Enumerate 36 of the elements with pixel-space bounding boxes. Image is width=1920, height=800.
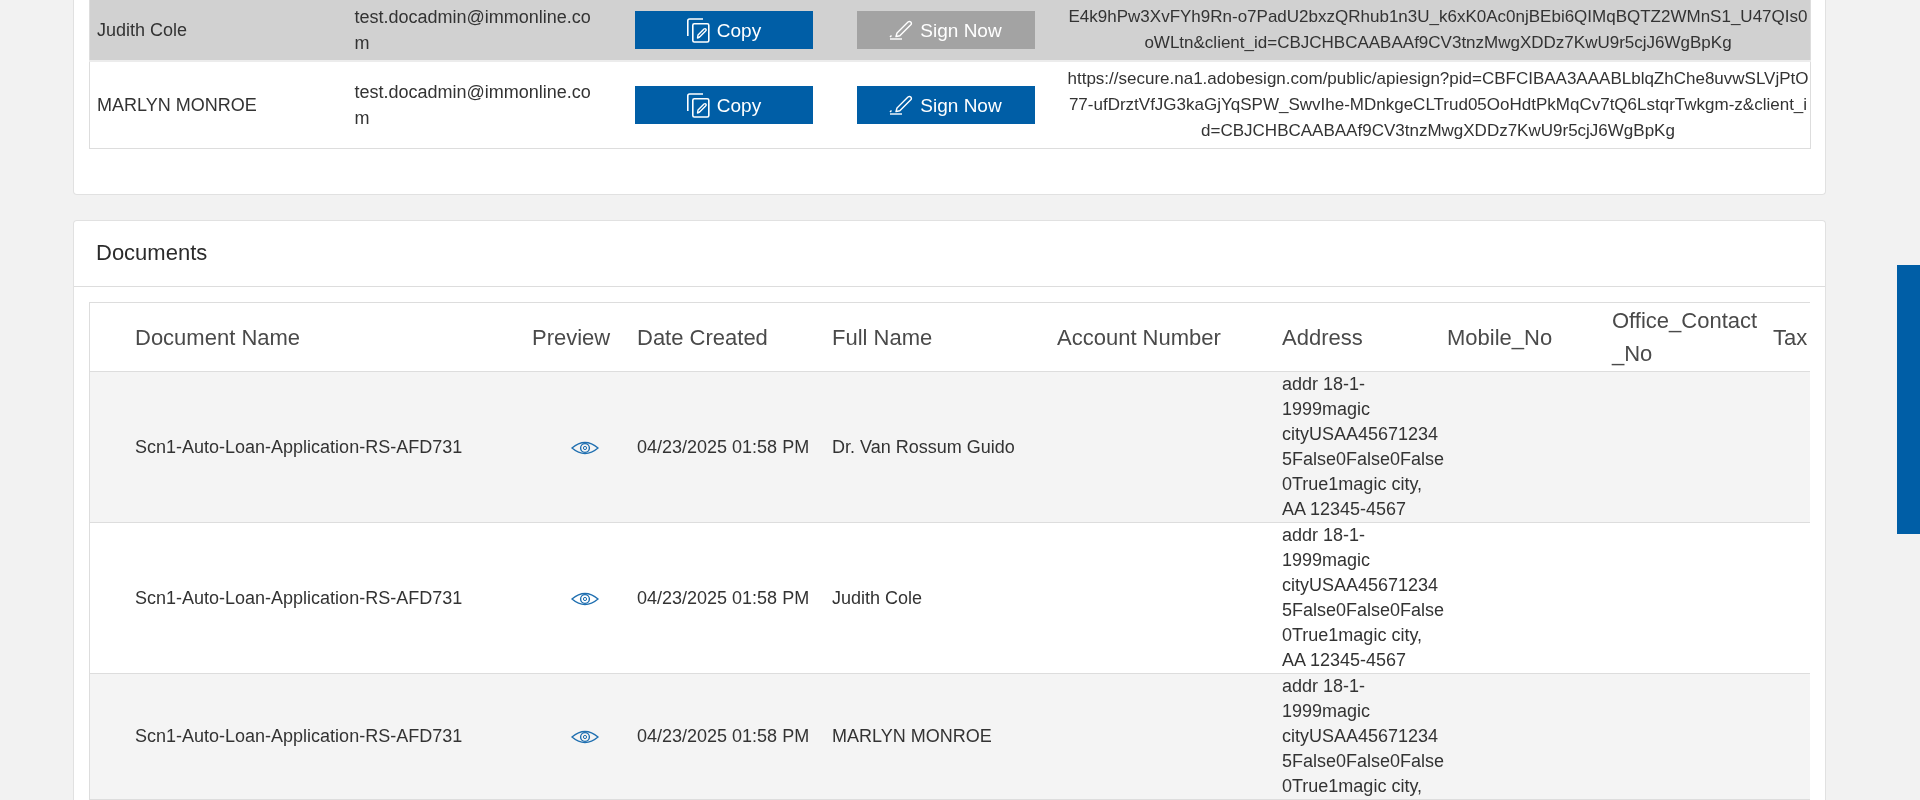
signer-email: test.docadmin@immonline.com bbox=[354, 6, 592, 55]
eye-icon[interactable] bbox=[571, 439, 599, 456]
signer-name: MARLYN MONROE bbox=[97, 95, 257, 115]
copy-button[interactable]: Copy bbox=[634, 11, 813, 49]
document-name: Scn1-Auto-Loan-Application-RS-AFD731 bbox=[135, 436, 463, 457]
sign-now-button[interactable]: Sign Now bbox=[856, 86, 1035, 124]
copy-icon bbox=[685, 17, 710, 43]
column-header[interactable]: Document Name bbox=[135, 320, 532, 354]
signer-name: Judith Cole bbox=[97, 20, 188, 40]
column-header[interactable]: Full Name bbox=[832, 320, 1057, 354]
copy-icon bbox=[685, 92, 710, 118]
date-created: 04/23/2025 01:58 PM bbox=[637, 436, 810, 457]
date-created: 04/23/2025 01:58 PM bbox=[637, 726, 810, 746]
full-name: Dr. Van Rossum Guido bbox=[832, 436, 1015, 457]
column-header[interactable]: Account Number bbox=[1057, 320, 1282, 354]
pen-icon bbox=[889, 95, 914, 115]
address: addr 18-1-1999magic cityUSAA456712345False0False0False0True1magic city, bbox=[1282, 675, 1446, 798]
full-name: MARLYN MONROE bbox=[832, 726, 992, 746]
document-name: Scn1-Auto-Loan-Application-RS-AFD731 bbox=[135, 587, 463, 608]
signer-email: test.docadmin@immonline.com bbox=[354, 81, 592, 130]
column-header[interactable]: Date Created bbox=[637, 320, 832, 354]
eye-icon[interactable] bbox=[571, 729, 599, 746]
column-header[interactable]: Office_Contact_No bbox=[1612, 304, 1765, 370]
column-header[interactable]: Preview bbox=[532, 320, 637, 354]
full-name: Judith Cole bbox=[832, 587, 923, 608]
signing-url: E4k9hPw3XvFYh9Rn-o7PadU2bxzQRhub1n3U_k6xK0Ac0njBEbi6QIMqBQTZ2WMnS1_U47QIs0oWLtn&client_id=CBJCHBCAABAAf9CV3tnzMwgXDDz7KwU9r5cjJ6WgBpKg bbox=[1067, 6, 1809, 54]
column-header[interactable]: Address bbox=[1282, 320, 1447, 354]
signing-url: https://secure.na1.adobesign.com/public/apiesign?pid=CBFCIBAA3AAABLblqZhChe8uvwSLVjPtO77-ufDrztVfJG3kaGjYqSPW_SwvIhe-MDnkgeCLTrud05OoHdtPkMqCv7tQ6LstqrTwkgm-z&client_id=CBJCHBCAABAAf9CV3tnzMwgXDDz7KwU9r5cjJ6WgBpKg bbox=[1066, 68, 1810, 142]
eye-icon[interactable] bbox=[571, 590, 599, 607]
column-header[interactable]: Tax bbox=[1773, 320, 1810, 354]
copy-button[interactable]: Copy bbox=[634, 86, 813, 124]
document-name: Scn1-Auto-Loan-Application-RS-AFD731 bbox=[135, 726, 463, 746]
column-header[interactable]: Mobile_No bbox=[1447, 320, 1612, 354]
card-title: Documents bbox=[96, 240, 208, 267]
pen-icon bbox=[889, 20, 914, 40]
date-created: 04/23/2025 01:58 PM bbox=[637, 587, 810, 608]
